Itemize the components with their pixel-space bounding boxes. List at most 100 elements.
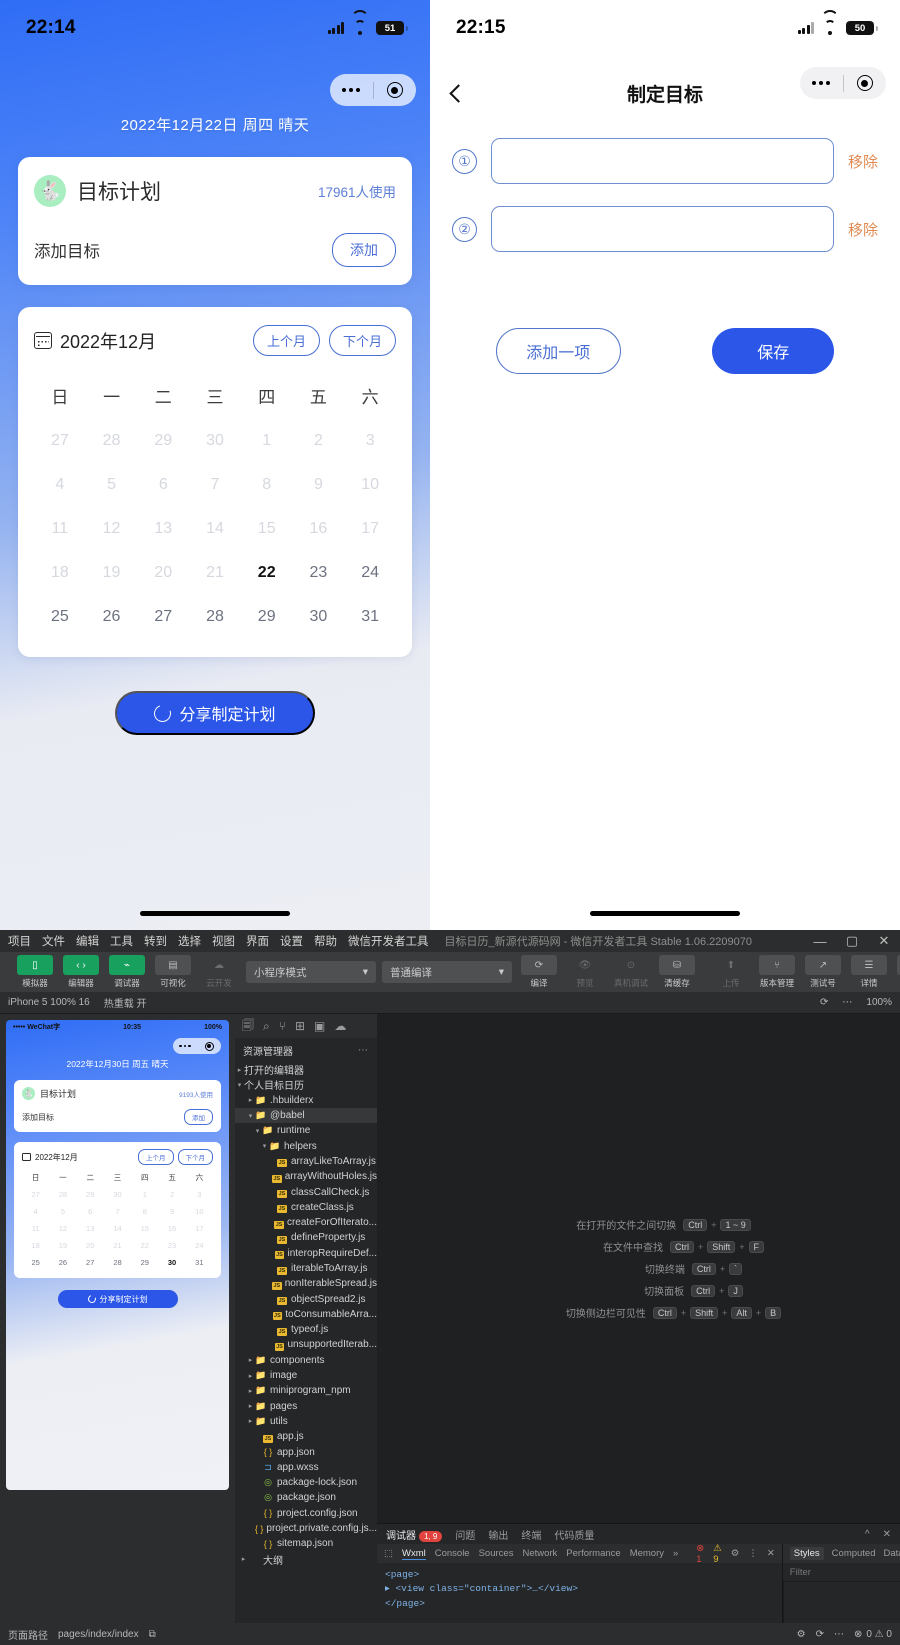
calendar-day[interactable]: 4	[22, 1203, 49, 1220]
calendar-day[interactable]: 1	[131, 1186, 158, 1203]
calendar-day[interactable]: 12	[49, 1220, 76, 1237]
toolbar-left-group[interactable]: ▯ 模拟器 ‹ › 编辑器 ⌁ 调试器 ▤ 可视化 ☁ 云开发	[14, 955, 240, 989]
tree-folder[interactable]: ▾ 📁 helpers	[235, 1138, 377, 1153]
calendar-day[interactable]: 30	[104, 1186, 131, 1203]
error-count[interactable]: ⊗ 1	[696, 1543, 704, 1565]
calendar-day[interactable]: 11	[34, 507, 86, 551]
filter-input[interactable]: Filter	[790, 1567, 811, 1578]
toolbar-list-button[interactable]: ☰ 详情	[848, 955, 890, 989]
simulator-next-month-button[interactable]: 下个月	[177, 1149, 213, 1165]
calendar-day[interactable]: 22	[241, 551, 293, 595]
calendar-day[interactable]: 17	[344, 507, 396, 551]
calendar-day[interactable]: 30	[189, 419, 241, 463]
toolbar-bell-button[interactable]: 🔔消息	[894, 955, 900, 989]
remove-goal-link[interactable]: 移除	[848, 219, 878, 240]
target-circle-icon[interactable]	[844, 75, 887, 91]
calendar-day[interactable]: 3	[186, 1186, 213, 1203]
menu-item[interactable]: 视图	[212, 933, 235, 949]
calendar-day[interactable]: 22	[131, 1237, 158, 1254]
files-icon[interactable]: 🗐	[242, 1016, 254, 1037]
devtools-panel-tab[interactable]: Sources	[479, 1548, 514, 1559]
toolbar-phone-button[interactable]: ▯ 模拟器	[14, 955, 56, 989]
tree-file[interactable]: { } project.config.json	[235, 1506, 377, 1521]
next-month-button[interactable]: 下个月	[328, 325, 396, 356]
search-icon[interactable]: ⌕	[263, 1019, 270, 1034]
calendar-day[interactable]: 24	[344, 551, 396, 595]
wxml-line[interactable]: ▸ <view class="container">…</view>	[385, 1582, 774, 1596]
tree-folder[interactable]: ▸ 📁 pages	[235, 1399, 377, 1414]
mode-select[interactable]: 小程序模式 ▾	[246, 961, 376, 983]
toolbar-cloud-button[interactable]: ☁ 云开发	[198, 955, 240, 989]
toolbar-branch-button[interactable]: ⑂ 版本管理	[756, 955, 798, 989]
wxml-tree[interactable]: <page> ▸ <view class="container">…</view…	[377, 1563, 782, 1623]
devtools-subtabs[interactable]: ⬚ Wxml Console Sources Network Performance Mem…	[377, 1543, 782, 1565]
tree-file[interactable]: JS unsupportedIterab...	[235, 1337, 377, 1352]
simulator-add-button[interactable]: 添加	[184, 1109, 213, 1125]
calendar-day[interactable]: 11	[22, 1220, 49, 1237]
styles-tab[interactable]: Computed	[832, 1548, 876, 1559]
simulator-prev-month-button[interactable]: 上个月	[138, 1149, 174, 1165]
simulator-screen[interactable]: ••••• WeChat字 10:35 100% 2022年12月30日 周五 …	[6, 1020, 229, 1490]
calendar-day[interactable]: 25	[22, 1254, 49, 1271]
more-dots-icon[interactable]	[800, 81, 843, 85]
tree-file[interactable]: JS typeof.js	[235, 1322, 377, 1337]
styles-tabs[interactable]: StylesComputedDatasetComponent Data»	[782, 1544, 900, 1563]
share-plan-button[interactable]: 分享制定计划	[115, 691, 315, 735]
toolbar-debug-button[interactable]: ⌁ 调试器	[106, 955, 148, 989]
remove-goal-link[interactable]: 移除	[848, 151, 878, 172]
calendar-day[interactable]: 12	[86, 507, 138, 551]
menu-item[interactable]: 帮助	[314, 933, 337, 949]
kebab-icon[interactable]: ⋮	[748, 1548, 758, 1559]
menu-item[interactable]: 设置	[280, 933, 303, 949]
calendar-day[interactable]: 28	[104, 1254, 131, 1271]
tree-folder[interactable]: ▸ 📁 utils	[235, 1414, 377, 1429]
calendar-day[interactable]: 3	[344, 419, 396, 463]
calendar-day[interactable]: 5	[86, 463, 138, 507]
tree-file[interactable]: ◎ package.json	[235, 1490, 377, 1505]
calendar-day[interactable]: 18	[34, 551, 86, 595]
wechat-capsule-left[interactable]	[330, 74, 416, 106]
calendar-day[interactable]: 9	[293, 463, 345, 507]
tree-file[interactable]: JS createClass.js	[235, 1200, 377, 1215]
calendar-day[interactable]: 17	[186, 1220, 213, 1237]
file-tree[interactable]: ▸ 📁 .hbuilderx ▾ 📁 @babel ▾ 📁 runtime ▾ 📁 helpers JS…	[235, 1093, 377, 1623]
toolbar-mid-group[interactable]: ⟳ 编译 👁 预览 ⊙ 真机调试 ⛁ 清缓存	[518, 955, 698, 989]
tree-file[interactable]: JS app.js	[235, 1429, 377, 1444]
gear-icon[interactable]: ⚙	[797, 1629, 806, 1640]
calendar-day[interactable]: 18	[22, 1237, 49, 1254]
ellipsis-icon[interactable]: ⋯	[358, 1045, 369, 1056]
target-circle-icon[interactable]	[374, 82, 417, 98]
tree-folder[interactable]: ▾ 📁 @babel	[235, 1107, 377, 1124]
calendar-day[interactable]: 29	[137, 419, 189, 463]
activity-bar[interactable]: 🗐 ⌕ ⑂ ⊞ ▣ ☁	[235, 1014, 377, 1038]
warning-count[interactable]: ⚠ 9	[713, 1543, 722, 1565]
devtools-panel-tab[interactable]: Network	[522, 1548, 557, 1559]
refresh-icon[interactable]: ⟳	[820, 997, 828, 1008]
calendar-day[interactable]: 15	[241, 507, 293, 551]
calendar-day[interactable]: 30	[293, 595, 345, 639]
compile-select[interactable]: 普通编译 ▾	[382, 961, 512, 983]
calendar-day[interactable]: 8	[241, 463, 293, 507]
calendar-day[interactable]: 31	[344, 595, 396, 639]
calendar-day[interactable]: 20	[77, 1237, 104, 1254]
tree-file[interactable]: ▸ 大纲	[235, 1552, 377, 1567]
calendar-day[interactable]: 2	[158, 1186, 185, 1203]
calendar-day[interactable]: 13	[137, 507, 189, 551]
devtools-panel-tab[interactable]: Console	[435, 1548, 470, 1559]
gear-icon[interactable]: ⚙	[731, 1548, 740, 1559]
tree-file[interactable]: { } project.private.config.js...	[235, 1521, 377, 1536]
calendar-day[interactable]: 6	[77, 1203, 104, 1220]
save-button[interactable]: 保存	[712, 328, 835, 374]
close-button[interactable]: ✕	[868, 930, 900, 952]
devtools-tab[interactable]: 问题	[455, 1527, 475, 1542]
toolbar-upload-button[interactable]: ⬆ 上传	[710, 955, 752, 989]
calendar-day[interactable]: 6	[137, 463, 189, 507]
menu-item[interactable]: 工具	[110, 933, 133, 949]
calendar-day[interactable]: 2	[293, 419, 345, 463]
cloud-icon[interactable]: ☁	[334, 1019, 346, 1033]
calendar-day[interactable]: 26	[86, 595, 138, 639]
calendar-day[interactable]: 5	[49, 1203, 76, 1220]
tree-file[interactable]: JS objectSpread2.js	[235, 1291, 377, 1306]
calendar-day[interactable]: 20	[137, 551, 189, 595]
simulator-share-button[interactable]: 分享制定计划	[57, 1290, 178, 1308]
